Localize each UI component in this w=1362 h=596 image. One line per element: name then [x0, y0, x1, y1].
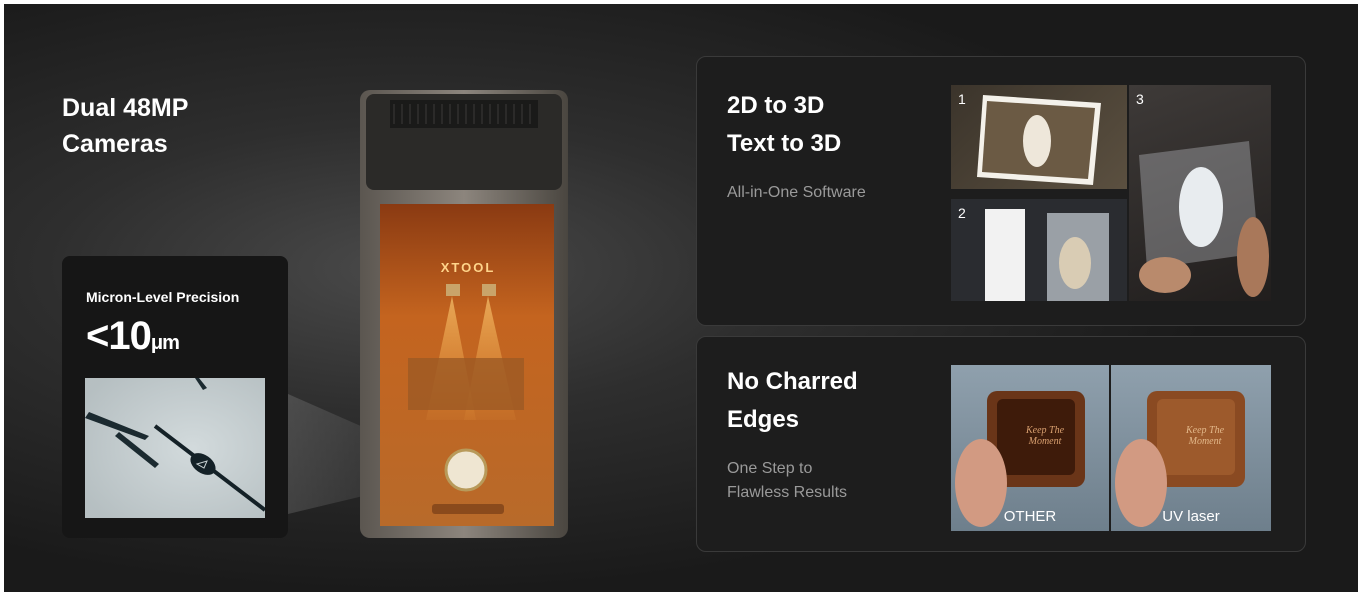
- feature-3d-title: 2D to 3D Text to 3D: [727, 87, 841, 163]
- engraving-text-uv: Keep The Moment: [1185, 425, 1225, 447]
- engraving-text-other: Keep The Moment: [1025, 425, 1065, 447]
- feature-3d-subtitle: All-in-One Software: [727, 184, 866, 201]
- feature-banner: Dual 48MP Cameras Micron-Level Precision…: [4, 4, 1358, 592]
- feature-uv-subtitle-line-1: One Step to: [727, 460, 813, 477]
- machine-brand-logo: XTOOL: [440, 260, 496, 275]
- feature-3d-title-line-2: Text to 3D: [727, 130, 842, 157]
- headline-line-1: Dual 48MP: [62, 94, 189, 122]
- precision-number: <10: [86, 314, 152, 358]
- step-3-crystal-image: 3: [1129, 85, 1271, 301]
- headline: Dual 48MP Cameras: [62, 90, 282, 162]
- step-2-number: 2: [958, 205, 966, 221]
- watch-hand-closeup-image: [85, 378, 265, 518]
- feature-card-3d: 2D to 3D Text to 3D All-in-One Software …: [696, 56, 1306, 326]
- precision-card: Micron-Level Precision <10μm: [62, 256, 288, 538]
- headline-line-2: Cameras: [62, 130, 168, 158]
- precision-label: Micron-Level Precision: [86, 289, 240, 305]
- step-1-number: 1: [958, 91, 966, 107]
- feature-card-uv: No Charred Edges One Step to Flawless Re…: [696, 336, 1306, 552]
- compare-left-label: OTHER: [1003, 508, 1057, 525]
- feature-3d-title-line-1: 2D to 3D: [727, 92, 825, 119]
- feature-uv-title-line-2: Edges: [727, 406, 800, 433]
- precision-unit: μm: [150, 332, 180, 354]
- precision-value: <10μm: [86, 314, 180, 359]
- feature-uv-title-line-1: No Charred: [727, 368, 858, 395]
- compare-right-label: UV laser: [1162, 508, 1220, 525]
- feature-uv-title: No Charred Edges: [727, 363, 858, 439]
- feature-uv-subtitle-line-2: Flawless Results: [727, 484, 848, 501]
- compare-other-image: Keep The Moment OTHER: [951, 365, 1109, 531]
- step-2-software-image: 2: [951, 199, 1127, 301]
- step-1-photo-image: 1: [951, 85, 1127, 189]
- xtool-machine-image: XTOOL: [356, 90, 572, 538]
- feature-uv-subtitle: One Step to Flawless Results: [727, 457, 847, 505]
- step-3-number: 3: [1136, 91, 1144, 107]
- compare-uv-image: Keep The Moment UV laser: [1111, 365, 1271, 531]
